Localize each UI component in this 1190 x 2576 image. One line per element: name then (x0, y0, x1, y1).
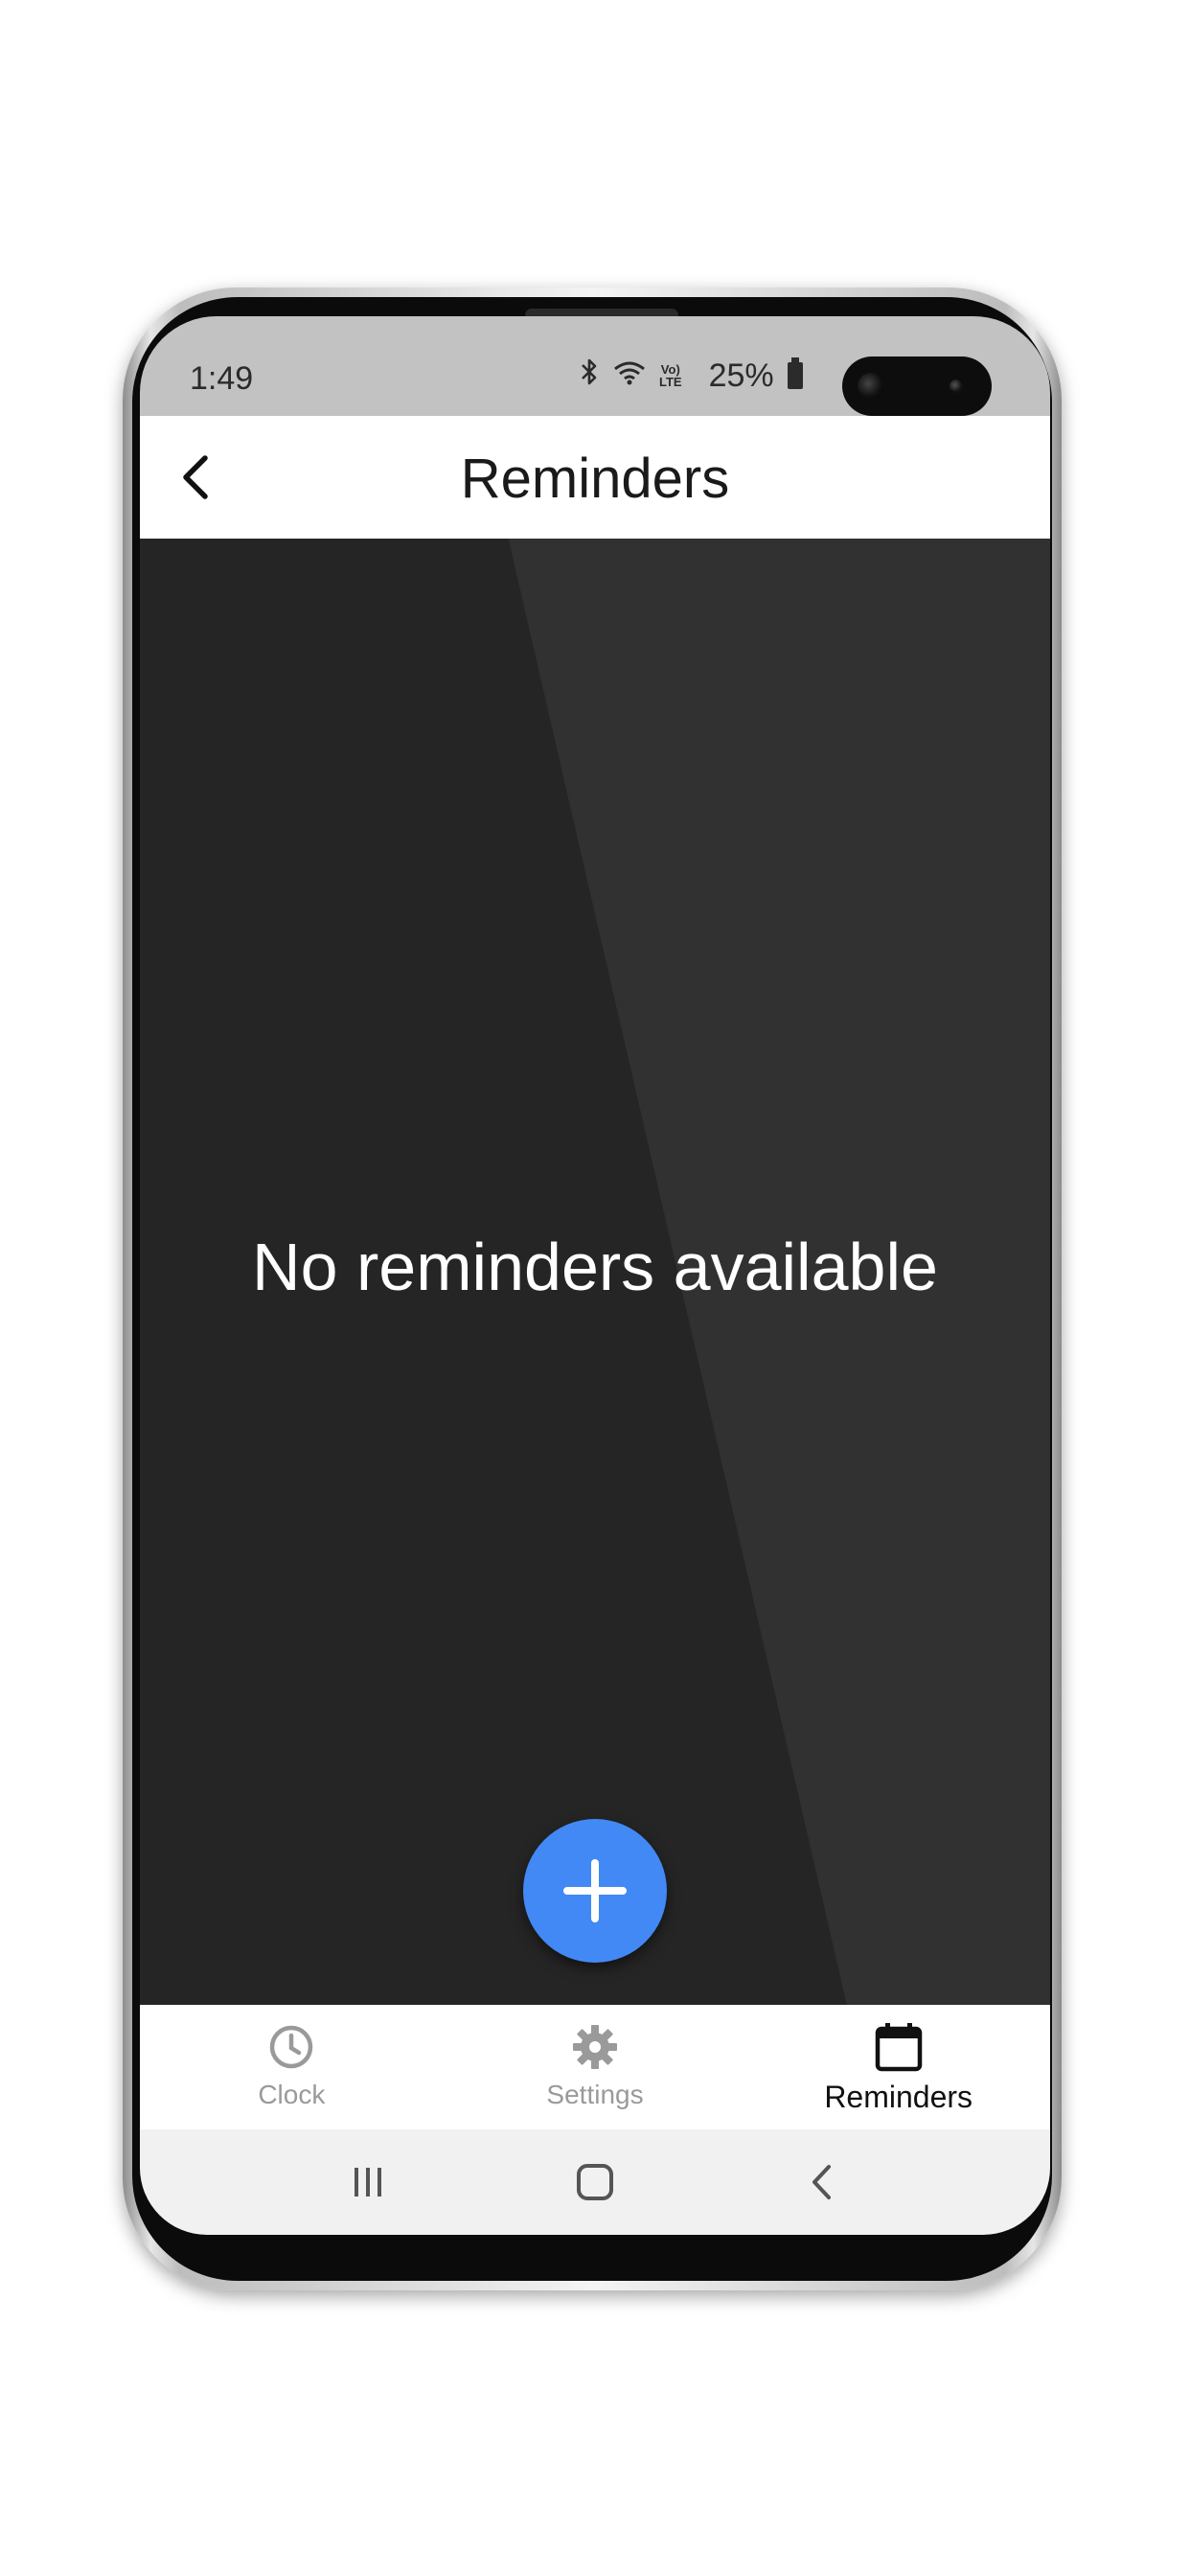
status-time: 1:49 (190, 360, 254, 397)
system-navigation-bar (140, 2129, 1050, 2235)
gear-icon (568, 2020, 622, 2074)
status-icons: Vo) LTE 25% (579, 356, 803, 395)
battery-icon (787, 357, 803, 389)
clock-icon (264, 2020, 318, 2074)
camera-sensor (950, 380, 963, 393)
empty-state-message: No reminders available (252, 1230, 938, 1304)
nav-label-reminders: Reminders (824, 2080, 973, 2114)
camera-lens (858, 373, 884, 400)
nav-label-clock: Clock (258, 2080, 326, 2109)
app-bar: Reminders (140, 416, 1050, 539)
bottom-navigation: Clock Settings Reminders (140, 2005, 1050, 2129)
volte-icon: Vo) LTE (659, 363, 682, 388)
page-title: Reminders (460, 448, 730, 510)
add-reminder-button[interactable] (523, 1819, 667, 1963)
plus-icon (563, 1859, 627, 1922)
volte-bottom: LTE (659, 375, 682, 389)
calendar-icon (872, 2020, 926, 2074)
phone-screen: 1:49 Vo) LTE 25% Reminders No reminders … (140, 316, 1050, 2235)
home-button[interactable] (557, 2153, 633, 2211)
status-bar: 1:49 Vo) LTE 25% (140, 316, 1050, 416)
wifi-icon (613, 358, 646, 394)
front-camera-cutout (842, 356, 992, 416)
nav-label-settings: Settings (546, 2080, 644, 2109)
nav-item-reminders[interactable]: Reminders (746, 2005, 1050, 2129)
battery-percent: 25% (708, 356, 774, 394)
back-icon (812, 2165, 831, 2199)
recents-button[interactable] (330, 2153, 406, 2211)
bluetooth-icon (579, 357, 600, 394)
system-back-button[interactable] (784, 2153, 860, 2211)
nav-item-clock[interactable]: Clock (140, 2005, 444, 2129)
nav-item-settings[interactable]: Settings (444, 2005, 747, 2129)
recents-icon (355, 2168, 382, 2196)
home-icon (576, 2164, 613, 2200)
reminders-list-area: No reminders available (140, 539, 1050, 2005)
